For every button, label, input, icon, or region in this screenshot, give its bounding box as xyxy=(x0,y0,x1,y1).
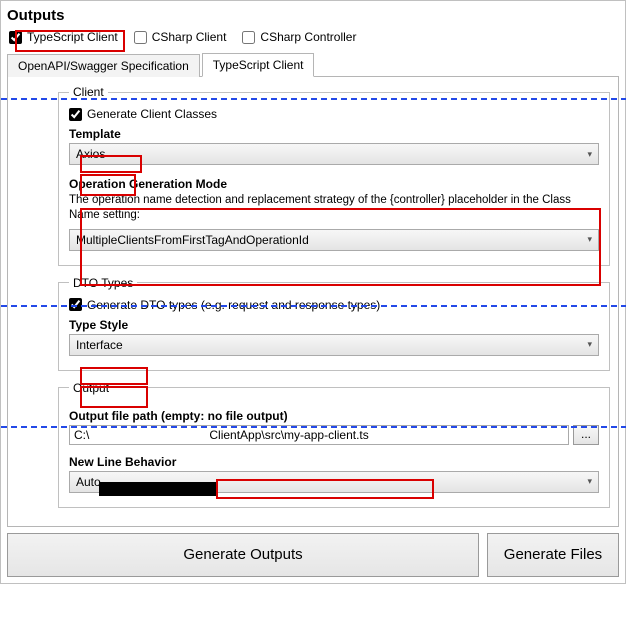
tab-openapi-swagger[interactable]: OpenAPI/Swagger Specification xyxy=(7,54,200,77)
button-bar: Generate Outputs Generate Files xyxy=(7,533,619,577)
generate-files-button[interactable]: Generate Files xyxy=(487,533,619,577)
csharp-client-checkbox[interactable]: CSharp Client xyxy=(134,30,227,44)
chevron-down-icon: ▾ xyxy=(587,234,592,245)
template-label: Template xyxy=(69,127,599,141)
opgen-combobox[interactable]: MultipleClientsFromFirstTagAndOperationI… xyxy=(69,229,599,251)
output-path-label: Output file path (empty: no file output) xyxy=(69,409,599,423)
output-type-checkboxes: TypeScript Client CSharp Client CSharp C… xyxy=(7,28,619,50)
template-value: Axios xyxy=(76,147,105,161)
tabstrip: OpenAPI/Swagger Specification TypeScript… xyxy=(7,52,619,77)
csharp-client-checkbox-input[interactable] xyxy=(134,31,147,44)
generate-client-classes-checkbox[interactable]: Generate Client Classes xyxy=(69,107,599,121)
dto-group-legend: DTO Types xyxy=(69,276,137,290)
csharp-controller-checkbox-label: CSharp Controller xyxy=(260,30,356,44)
typescript-client-tab-panel: Client Generate Client Classes Template … xyxy=(7,77,619,527)
client-group-legend: Client xyxy=(69,85,108,99)
output-path-input[interactable] xyxy=(69,425,569,445)
csharp-controller-checkbox-input[interactable] xyxy=(242,31,255,44)
generate-dto-label: Generate DTO types (e.g. request and res… xyxy=(87,298,380,312)
opgen-value: MultipleClientsFromFirstTagAndOperationI… xyxy=(76,233,309,247)
generate-dto-input[interactable] xyxy=(69,298,82,311)
template-combobox[interactable]: Axios ▾ xyxy=(69,143,599,165)
csharp-client-checkbox-label: CSharp Client xyxy=(152,30,227,44)
generate-dto-checkbox[interactable]: Generate DTO types (e.g. request and res… xyxy=(69,298,599,312)
outputs-title: Outputs xyxy=(7,7,619,24)
client-group: Client Generate Client Classes Template … xyxy=(58,85,610,266)
dto-group: DTO Types Generate DTO types (e.g. reque… xyxy=(58,276,610,371)
csharp-controller-checkbox[interactable]: CSharp Controller xyxy=(242,30,356,44)
outputs-panel: Outputs TypeScript Client CSharp Client … xyxy=(0,0,626,584)
chevron-down-icon: ▾ xyxy=(587,339,592,350)
typescript-client-checkbox-label: TypeScript Client xyxy=(27,30,118,44)
opgen-label: Operation Generation Mode xyxy=(69,177,599,191)
generate-outputs-button[interactable]: Generate Outputs xyxy=(7,533,479,577)
generate-client-classes-input[interactable] xyxy=(69,108,82,121)
typescript-client-checkbox-input[interactable] xyxy=(9,31,22,44)
tab-typescript-client[interactable]: TypeScript Client xyxy=(202,53,315,77)
output-group-legend: Output xyxy=(69,381,113,395)
typestyle-combobox[interactable]: Interface ▾ xyxy=(69,334,599,356)
browse-button[interactable]: ... xyxy=(573,425,599,445)
typestyle-value: Interface xyxy=(76,338,123,352)
redaction-box xyxy=(99,482,216,496)
chevron-down-icon: ▾ xyxy=(587,476,592,487)
opgen-description: The operation name detection and replace… xyxy=(69,193,599,223)
typestyle-label: Type Style xyxy=(69,318,599,332)
chevron-down-icon: ▾ xyxy=(587,149,592,160)
generate-client-classes-label: Generate Client Classes xyxy=(87,107,217,121)
newline-label: New Line Behavior xyxy=(69,455,599,469)
typescript-client-checkbox[interactable]: TypeScript Client xyxy=(9,30,118,44)
newline-value: Auto xyxy=(76,475,101,489)
